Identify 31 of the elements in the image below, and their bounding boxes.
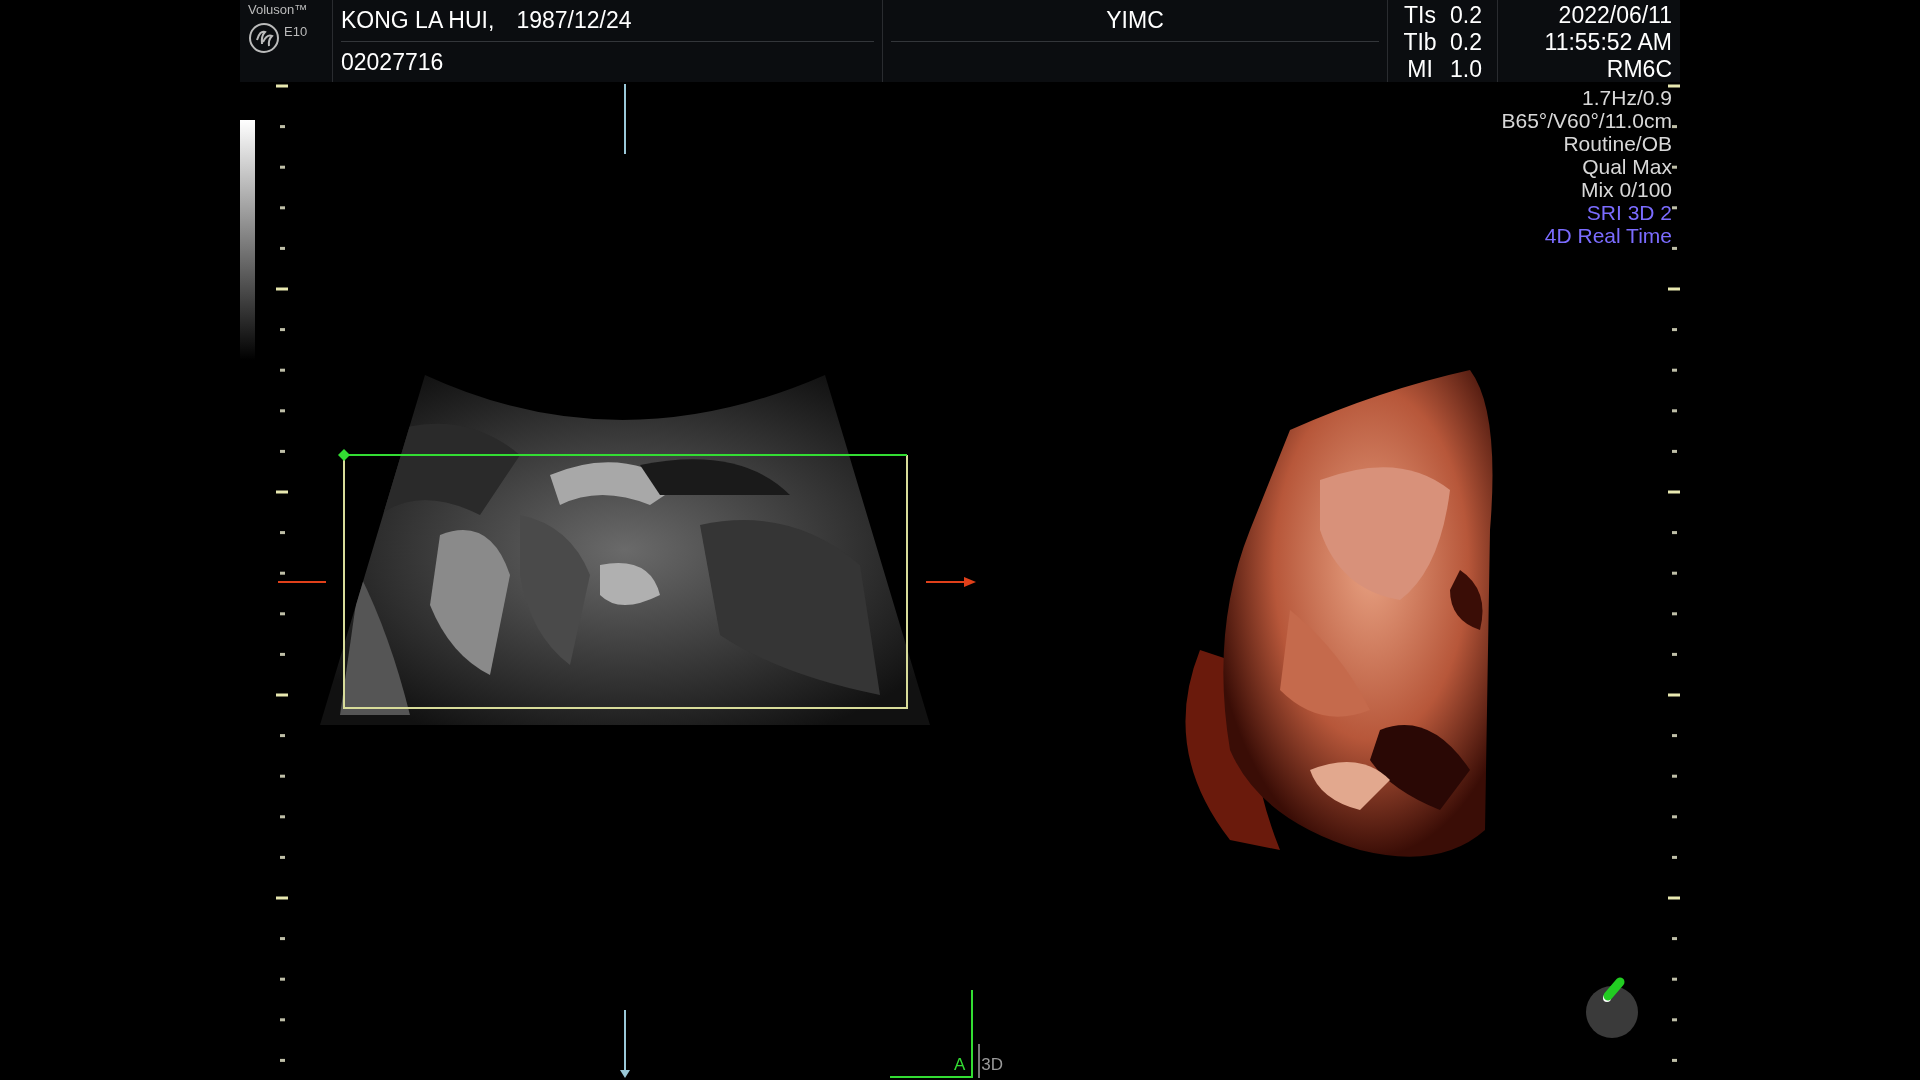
parameter-text: 1.7Hz/0.9 (1582, 86, 1672, 109)
index-label: TIs (1403, 2, 1437, 29)
marker-line (277, 581, 327, 583)
probe-name: RM6C (1606, 56, 1672, 83)
scan-line-arrow (620, 1009, 630, 1078)
index-value: 1.0 (1450, 56, 1482, 83)
view-label: 3D (981, 1054, 1004, 1076)
model-name: E10 (284, 23, 308, 41)
time-text: 11:55:52 AM (1544, 29, 1672, 56)
patient-id: 02027716 (341, 47, 444, 77)
parameter-text: B65°/V60°/11.0cm (1501, 109, 1672, 132)
parameter-text: 4D Real Time (1544, 224, 1672, 247)
scan-line (624, 83, 626, 155)
brand-name: Voluson™ (248, 2, 308, 18)
view-divider-line (978, 1043, 980, 1079)
patient-name: KONG LA HUI, (341, 6, 495, 36)
birth-date: 1987/12/24 (516, 6, 632, 36)
orientation-ball-icon (1586, 977, 1638, 1038)
marker-arrow (925, 577, 976, 587)
parameter-text: Routine/OB (1563, 132, 1672, 155)
view-label: A (954, 1054, 966, 1076)
parameter-text: SRI 3D 2 (1586, 201, 1672, 224)
date-text: 2022/06/11 (1558, 2, 1672, 29)
institution-name: YIMC (1106, 6, 1164, 36)
index-value: 0.2 (1450, 29, 1482, 56)
index-label: MI (1406, 56, 1434, 83)
index-label: TIb (1402, 29, 1438, 56)
logo-icon (248, 22, 280, 54)
index-value: 0.2 (1450, 2, 1482, 29)
parameter-text: Qual Max (1582, 155, 1672, 178)
parameter-text: Mix 0/100 (1580, 178, 1672, 201)
